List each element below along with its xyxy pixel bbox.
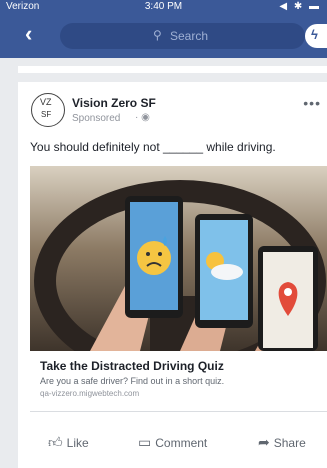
ad-headline[interactable]: Take the Distracted Driving Quiz — [40, 359, 224, 373]
comment-button[interactable]: ▭ Comment — [138, 434, 207, 451]
comment-icon: ▭ — [138, 434, 152, 450]
logo-text-bottom: SF — [41, 110, 52, 119]
ad-url[interactable]: qa-vizzero.migwebtech.com — [40, 389, 139, 398]
comment-label: Comment — [155, 436, 208, 450]
messenger-button[interactable]: ϟ — [305, 24, 327, 48]
share-label: Share — [273, 436, 306, 450]
distracted-driving-illustration — [30, 166, 327, 351]
sponsored-label: Sponsored — [72, 113, 121, 124]
divider — [30, 411, 327, 412]
clock: 3:40 PM — [144, 1, 183, 12]
messenger-icon: ϟ — [311, 27, 318, 42]
status-icons: ◀ ✱ ▬ — [279, 1, 321, 12]
ad-description: Are you a safe driver? Find out in a sho… — [40, 376, 225, 386]
like-button[interactable]: 👍︎ Like — [48, 434, 89, 451]
logo-text-top: VZ — [40, 97, 52, 107]
search-icon: ⚲ — [153, 28, 162, 42]
like-label: Like — [66, 436, 89, 450]
status-bar: Verizon 3:40 PM ◀ ✱ ▬ — [0, 0, 327, 14]
page-avatar[interactable]: VZ SF — [31, 93, 65, 127]
share-icon: ➦ — [258, 434, 270, 450]
search-input[interactable]: ⚲ Search — [60, 23, 305, 49]
share-button[interactable]: ➦ Share — [258, 434, 306, 451]
top-navigation-bar: Verizon 3:40 PM ◀ ✱ ▬ ‹ ⚲ Search ϟ — [0, 0, 327, 58]
sponsored-post-card: VZ SF Vision Zero SF Sponsored · ◉ ••• Y… — [18, 82, 327, 468]
post-text: You should definitely not ______ while d… — [30, 140, 276, 154]
page-name[interactable]: Vision Zero SF — [72, 96, 156, 110]
globe-icon: · ◉ — [135, 112, 150, 123]
thumbs-up-icon: 👍︎ — [48, 434, 63, 450]
back-button[interactable]: ‹ — [25, 21, 32, 47]
more-options-icon[interactable]: ••• — [303, 95, 321, 111]
previous-post-edge — [18, 66, 327, 73]
ad-image[interactable] — [30, 166, 327, 351]
search-placeholder: Search — [170, 29, 209, 43]
